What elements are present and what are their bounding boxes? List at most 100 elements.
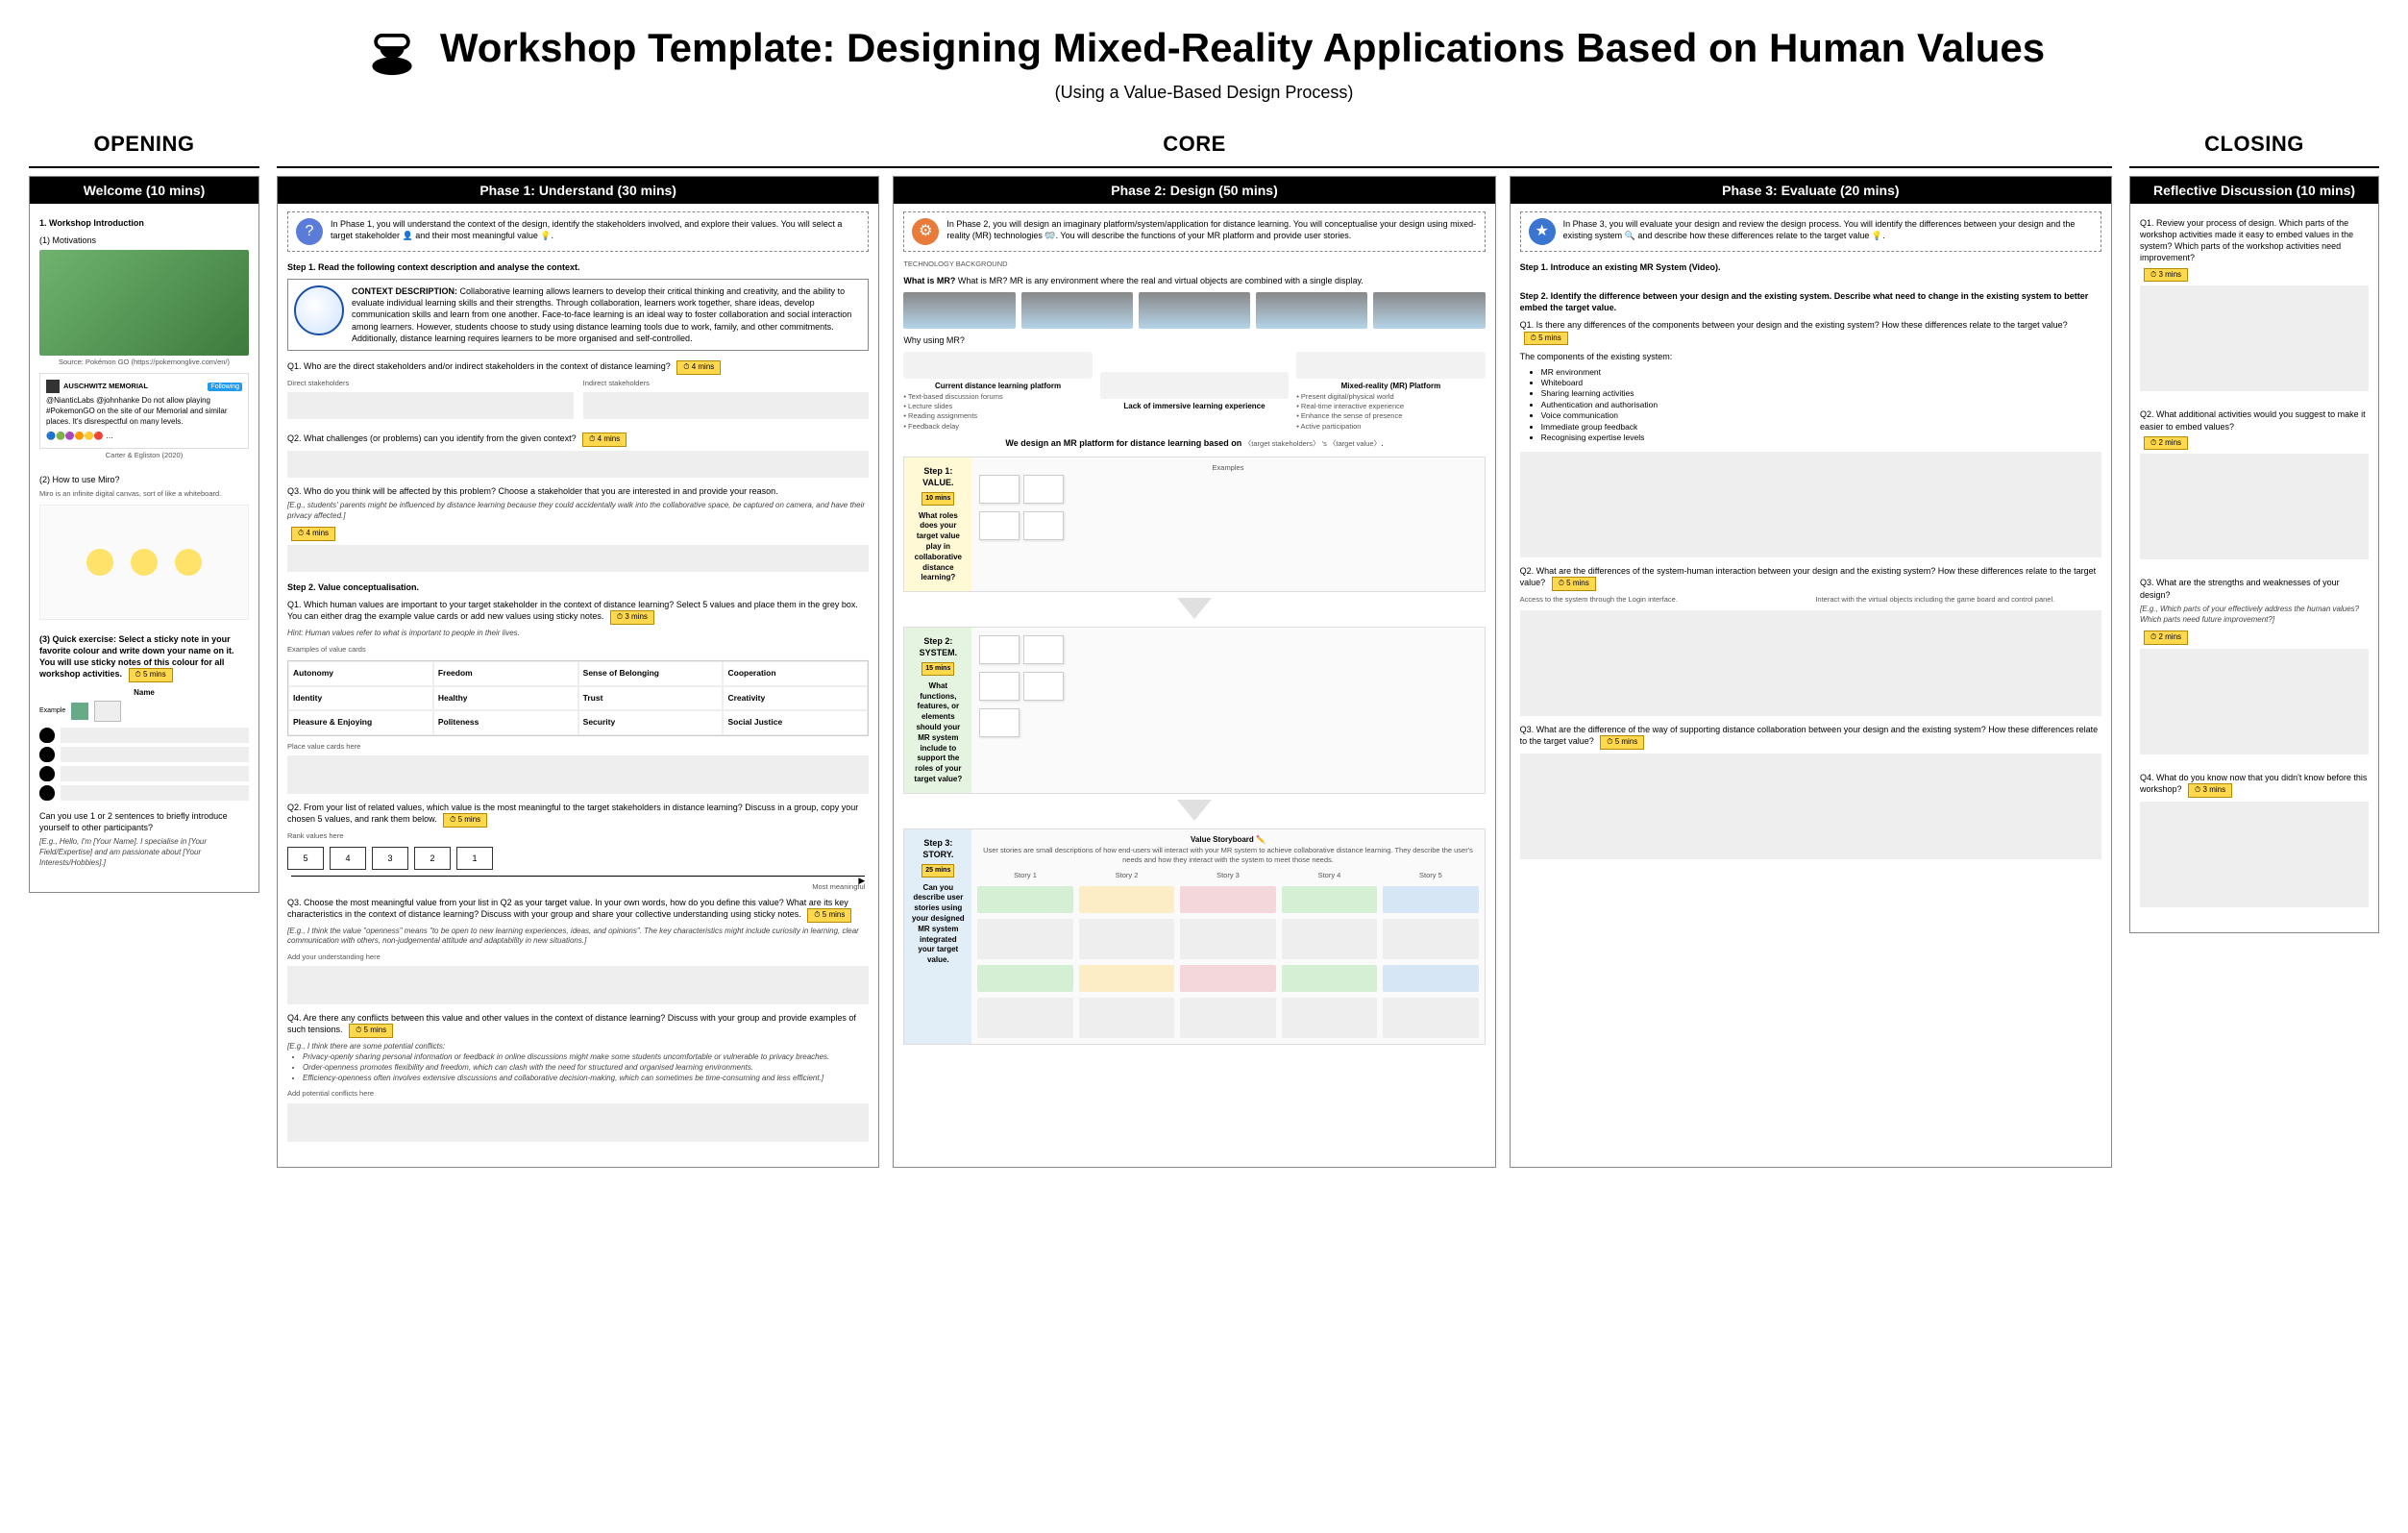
phase1-callout: ? In Phase 1, you will understand the co…: [287, 211, 869, 252]
opening-column: OPENING Welcome (10 mins) 1. Workshop In…: [29, 132, 259, 893]
p3-q1: Q1. Is there any differences of the comp…: [1520, 319, 2101, 345]
arrow-down-icon: [1177, 598, 1212, 619]
phase2-title: Phase 2: Design (50 mins): [894, 177, 1494, 204]
c-q3: Q3. What are the strengths and weaknesse…: [2140, 577, 2369, 600]
stage-label-closing: CLOSING: [2129, 132, 2379, 157]
intro-question-hint: [E.g., Hello, I'm [Your Name]. I special…: [39, 837, 249, 868]
timer-quick-exercise: 5 mins: [129, 668, 173, 682]
review-icon: ★: [1529, 218, 1556, 245]
direct-stakeholders-box[interactable]: [287, 392, 574, 419]
page-subtitle: (Using a Value-Based Design Process): [29, 83, 2379, 103]
p3-q1-box[interactable]: [1520, 452, 2101, 557]
p3-q2: Q2. What are the differences of the syst…: [1520, 565, 2101, 591]
p1-q2: Q2. What challenges (or problems) can yo…: [287, 433, 869, 447]
absence-icon: [1100, 372, 1289, 399]
affected-box[interactable]: [287, 545, 869, 572]
closing-column: CLOSING Reflective Discussion (10 mins) …: [2129, 132, 2379, 933]
c-q3-box[interactable]: [2140, 649, 2369, 754]
headset-icon: [1296, 352, 1485, 379]
welcome-panel-title: Welcome (10 mins): [30, 177, 258, 204]
p1-s2q2: Q2. From your list of related values, wh…: [287, 802, 869, 828]
name-row-3[interactable]: [39, 766, 249, 781]
page-title: Workshop Template: Designing Mixed-Reali…: [440, 25, 2045, 71]
page-header: Workshop Template: Designing Mixed-Reali…: [29, 19, 2379, 77]
p1-s2q3: Q3. Choose the most meaningful value fro…: [287, 897, 869, 923]
components-list: MR environmentWhiteboardSharing learning…: [1520, 367, 2101, 444]
example-row: Example: [39, 701, 249, 722]
miro-heading: (2) How to use Miro?: [39, 474, 249, 485]
p1-s2q1: Q1. Which human values are important to …: [287, 599, 869, 625]
image-caption: Source: Pokémon GO (https://pokemonglive…: [39, 358, 249, 367]
workshop-board: OPENING Welcome (10 mins) 1. Workshop In…: [29, 132, 2379, 1168]
context-box: CONTEXT DESCRIPTION: Collaborative learn…: [287, 279, 869, 351]
value-cards-grid[interactable]: AutonomyFreedomSense of BelongingCoopera…: [287, 660, 869, 735]
p3-q3-box[interactable]: [1520, 754, 2101, 859]
quick-exercise: (3) Quick exercise: Select a sticky note…: [39, 633, 249, 682]
reflective-panel: Reflective Discussion (10 mins) Q1. Revi…: [2129, 176, 2379, 933]
indirect-stakeholders-box[interactable]: [583, 392, 870, 419]
what-is-mr: What is MR? What is MR? MR is any enviro…: [903, 275, 1485, 286]
stage-label-opening: OPENING: [29, 132, 259, 157]
p1-q1: Q1. Who are the direct stakeholders and/…: [287, 360, 869, 375]
p3-q2-box[interactable]: [1520, 610, 2101, 716]
vr-person-icon: [363, 19, 421, 77]
c-q2: Q2. What additional activities would you…: [2140, 408, 2369, 432]
phase1-title: Phase 1: Understand (30 mins): [278, 177, 878, 204]
story-workspace[interactable]: Value Storyboard ✏️ User stories are sma…: [971, 829, 1484, 1044]
phase2-callout: ⚙ In Phase 2, you will design an imagina…: [903, 211, 1485, 252]
avatar-icon: [39, 766, 55, 781]
c-q2-box[interactable]: [2140, 454, 2369, 559]
p3-q3: Q3. What are the difference of the way o…: [1520, 724, 2101, 750]
avatar-icon: [39, 728, 55, 743]
p3-step2: Step 2. Identify the difference between …: [1520, 290, 2101, 313]
name-row-4[interactable]: [39, 785, 249, 801]
c-q4-box[interactable]: [2140, 802, 2369, 907]
globe-icon: [294, 285, 344, 335]
design-premise: We design an MR platform for distance le…: [903, 437, 1485, 449]
welcome-panel: Welcome (10 mins) 1. Workshop Introducti…: [29, 176, 259, 893]
intro-question: Can you use 1 or 2 sentences to briefly …: [39, 810, 249, 833]
p1-step2: Step 2. Value conceptualisation.: [287, 581, 869, 593]
tweet-example: AUSCHWITZ MEMORIALFollowing @NianticLabs…: [39, 373, 249, 448]
p1-step1: Step 1. Read the following context descr…: [287, 261, 869, 273]
phase1-panel: Phase 1: Understand (30 mins) ? In Phase…: [277, 176, 879, 1168]
p1-s2q4: Q4. Are there any conflicts between this…: [287, 1012, 869, 1038]
mr-spectrum-images: [903, 292, 1485, 329]
pokemon-go-image: [39, 250, 249, 356]
reflective-title: Reflective Discussion (10 mins): [2130, 177, 2378, 204]
name-row-2[interactable]: [39, 747, 249, 762]
phase3-title: Phase 3: Evaluate (20 mins): [1511, 177, 2111, 204]
c-q4: Q4. What do you know now that you didn't…: [2140, 772, 2369, 798]
design-step-value: Step 1: VALUE. 10 mins What roles does y…: [903, 457, 1485, 592]
avatar-icon: [39, 785, 55, 801]
question-icon: ?: [296, 218, 323, 245]
laptop-icon: [903, 352, 1092, 379]
value-workspace[interactable]: Examples: [971, 457, 1484, 591]
avatar-icon: [39, 747, 55, 762]
gear-icon: ⚙: [912, 218, 939, 245]
design-step-system: Step 2: SYSTEM. 15 mins What functions, …: [903, 627, 1485, 794]
c-q1-box[interactable]: [2140, 285, 2369, 391]
challenges-box[interactable]: [287, 451, 869, 478]
arrow-down-icon: [1177, 800, 1212, 821]
phase2-panel: Phase 2: Design (50 mins) ⚙ In Phase 2, …: [893, 176, 1495, 1168]
intro-heading: 1. Workshop Introduction: [39, 217, 249, 229]
conflicts-box[interactable]: [287, 1103, 869, 1142]
tweet-source: Carter & Egliston (2020): [39, 451, 249, 460]
design-step-story: Step 3: STORY. 25 mins Can you describe …: [903, 828, 1485, 1045]
phase3-panel: Phase 3: Evaluate (20 mins) ★ In Phase 3…: [1510, 176, 2112, 1168]
c-q1: Q1. Review your process of design. Which…: [2140, 217, 2369, 264]
system-workspace[interactable]: [971, 628, 1484, 793]
rank-row[interactable]: 54321: [287, 847, 869, 870]
name-row-1[interactable]: [39, 728, 249, 743]
p1-q3: Q3. Who do you think will be affected by…: [287, 485, 869, 497]
p3-step1: Step 1. Introduce an existing MR System …: [1520, 261, 2101, 273]
core-column: CORE Phase 1: Understand (30 mins) ? In …: [277, 132, 2112, 1168]
place-values-box[interactable]: [287, 755, 869, 794]
why-mr-row: Current distance learning platform• Text…: [903, 352, 1485, 431]
miro-diagram: [39, 505, 249, 620]
stage-label-core: CORE: [277, 132, 2112, 157]
understanding-box[interactable]: [287, 966, 869, 1004]
motivations-heading: (1) Motivations: [39, 235, 249, 246]
phase3-callout: ★ In Phase 3, you will evaluate your des…: [1520, 211, 2101, 252]
